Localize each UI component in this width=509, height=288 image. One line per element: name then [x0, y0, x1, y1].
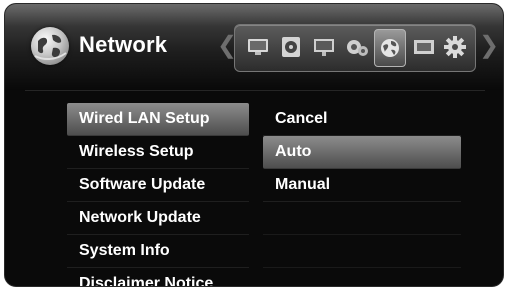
option-cancel[interactable]: Cancel [263, 103, 461, 136]
menu-item-network-update[interactable]: Network Update [67, 202, 249, 235]
right-submenu: Cancel Auto Manual [263, 103, 461, 286]
page-title: Network [79, 32, 168, 57]
menu-item-system-info[interactable]: System Info [67, 235, 249, 268]
menu-item-wired-lan-setup[interactable]: Wired LAN Setup [67, 103, 249, 136]
left-menu: Wired LAN Setup Wireless Setup Software … [67, 103, 249, 286]
empty-row [263, 268, 461, 286]
empty-row [263, 202, 461, 235]
tv-icon[interactable] [245, 34, 271, 60]
settings-gears-icon[interactable] [344, 34, 370, 60]
movie-icon[interactable] [311, 34, 337, 60]
gear-icon[interactable] [442, 34, 468, 60]
menu-item-software-update[interactable]: Software Update [67, 169, 249, 202]
header-bar: Network ❮ ❯ [5, 4, 503, 90]
header-divider [25, 90, 485, 91]
network-globe-icon [31, 27, 69, 65]
nav-right-arrow[interactable]: ❯ [479, 34, 499, 58]
film-icon[interactable] [411, 34, 437, 60]
tv-frame: Network ❮ ❯ Wired LAN Setup Wireless Set… [0, 0, 506, 287]
network-tab-icon[interactable] [374, 29, 406, 67]
menu-item-disclaimer-notice[interactable]: Disclaimer Notice [67, 268, 249, 286]
category-icon-bar [234, 24, 476, 72]
menu-item-wireless-setup[interactable]: Wireless Setup [67, 136, 249, 169]
disc-icon[interactable] [278, 34, 304, 60]
option-manual[interactable]: Manual [263, 169, 461, 202]
header-shine [5, 4, 503, 26]
empty-row [263, 235, 461, 268]
option-auto[interactable]: Auto [263, 136, 461, 169]
network-setup-screen: Network ❮ ❯ Wired LAN Setup Wireless Set… [4, 3, 504, 287]
